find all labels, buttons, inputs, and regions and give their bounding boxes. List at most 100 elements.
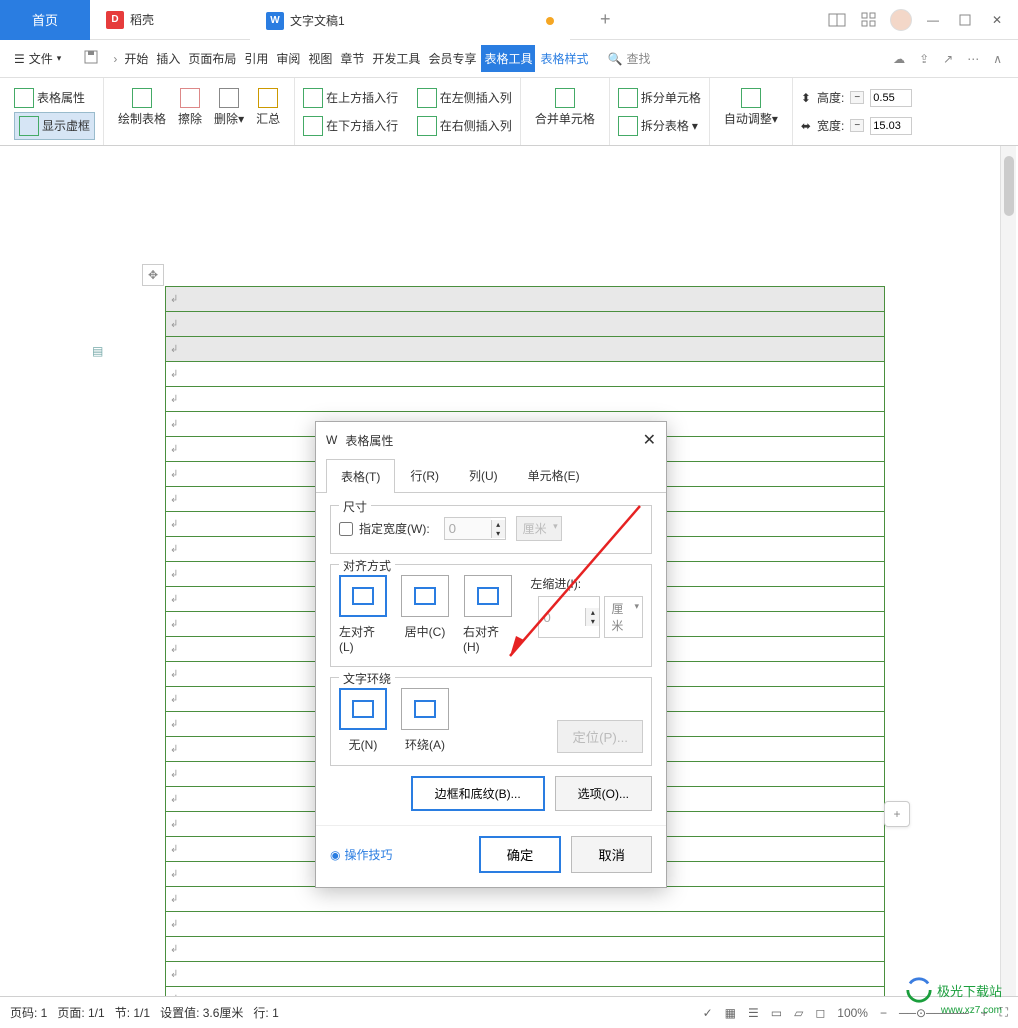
table-move-handle[interactable]: ✥ [142, 264, 164, 286]
width-dec[interactable]: − [850, 119, 864, 132]
tab-start[interactable]: 开始 [121, 45, 151, 72]
unsaved-dot-icon [546, 17, 554, 25]
autofit-button[interactable]: 自动调整▾ [718, 78, 784, 136]
indent-up[interactable]: ▴ [586, 608, 599, 617]
align-left-option[interactable]: 左对齐(L) [339, 575, 387, 654]
tab-reference[interactable]: 引用 [241, 45, 271, 72]
indent-unit-combo[interactable]: 厘米 [604, 596, 643, 638]
export-icon[interactable]: ↗ [943, 52, 953, 66]
height-dec[interactable]: − [850, 91, 864, 104]
vertical-scrollbar[interactable] [1000, 146, 1016, 1016]
align-center-option[interactable]: 居中(C) [401, 575, 449, 640]
insert-col-right[interactable]: 在右侧插入列 [417, 116, 512, 136]
tab-devtools[interactable]: 开发工具 [369, 45, 423, 72]
height-label: 高度: [817, 89, 844, 106]
docer-icon: D [106, 11, 124, 29]
show-gridlines-button[interactable]: 显示虚框 [14, 112, 95, 140]
draw-table-button[interactable]: 绘制表格 [112, 78, 172, 136]
collapse-icon[interactable]: ∧ [993, 52, 1002, 66]
focus-icon[interactable]: ◻ [815, 1006, 825, 1020]
minimize-button[interactable]: — [918, 5, 948, 35]
split-cell-icon [618, 88, 638, 108]
ribbon-tabs: 开始 插入 页面布局 引用 审阅 视图 章节 开发工具 会员专享 表格工具 表格… [121, 45, 591, 72]
dialog-title: 表格属性 [345, 432, 393, 449]
plus-icon: + [586, 9, 625, 30]
table-props-icon [14, 88, 34, 108]
status-pages: 页面: 1/1 [57, 1004, 104, 1021]
new-tab-button[interactable]: + [570, 0, 641, 40]
border-shading-button[interactable]: 边框和底纹(B)... [411, 776, 545, 811]
tab-pagelayout[interactable]: 页面布局 [185, 45, 239, 72]
col-right-icon [417, 116, 437, 136]
dlg-tab-row[interactable]: 行(R) [395, 458, 454, 492]
gridlines-icon [19, 116, 39, 136]
share-icon[interactable]: ⇪ [919, 52, 929, 66]
wrap-around-option[interactable]: 环绕(A) [401, 688, 449, 753]
summary-icon [258, 88, 278, 108]
close-button[interactable]: ✕ [982, 5, 1012, 35]
table-properties-button[interactable]: 表格属性 [14, 84, 95, 112]
summary-button[interactable]: 汇总 [250, 78, 286, 136]
options-button[interactable]: 选项(O)... [555, 776, 652, 811]
specify-width-checkbox[interactable] [339, 522, 353, 536]
eraser-button[interactable]: 擦除 [172, 78, 208, 136]
more-icon[interactable]: ⋯ [967, 52, 979, 66]
dlg-tab-cell[interactable]: 单元格(E) [513, 458, 595, 492]
insert-row-above[interactable]: 在上方插入行 [303, 88, 398, 108]
tab-member[interactable]: 会员专享 [425, 45, 479, 72]
side-panel-icon[interactable]: ▤ [92, 344, 103, 358]
autofit-icon [741, 88, 761, 108]
tab-tablestyle[interactable]: 表格样式 [537, 45, 591, 72]
split-table-button[interactable]: 拆分表格▾ [618, 112, 701, 140]
grid-apps-icon[interactable] [854, 5, 884, 35]
avatar[interactable] [886, 5, 916, 35]
layout1-icon[interactable] [822, 5, 852, 35]
ok-button[interactable]: 确定 [479, 836, 562, 873]
status-section: 节: 1/1 [115, 1004, 150, 1021]
cancel-button[interactable]: 取消 [571, 836, 652, 873]
add-row-button[interactable]: + [884, 801, 910, 827]
insert-row-below[interactable]: 在下方插入行 [303, 116, 398, 136]
zoom-level[interactable]: 100% [837, 1006, 868, 1020]
row-below-icon [303, 116, 323, 136]
tab-home[interactable]: 首页 [0, 0, 90, 40]
indent-input[interactable] [539, 607, 585, 628]
status-position: 设置值: 3.6厘米 [160, 1004, 243, 1021]
align-right-option[interactable]: 右对齐(H) [463, 575, 512, 654]
dlg-tab-table[interactable]: 表格(T) [326, 459, 395, 493]
width-up: ▴ [492, 520, 505, 529]
spellcheck-icon[interactable]: ✓ [703, 1006, 713, 1020]
dialog-close-button[interactable]: ✕ [643, 430, 656, 450]
zoom-out-button[interactable]: − [880, 1006, 887, 1020]
search-button[interactable]: 🔍 查找 [607, 50, 650, 67]
save-icon[interactable] [73, 49, 109, 68]
cloud-icon[interactable]: ☁ [893, 52, 905, 66]
width-input[interactable] [870, 117, 912, 135]
width-unit-combo: 厘米 [516, 516, 562, 541]
view-print-icon[interactable]: ▦ [725, 1006, 736, 1020]
tab-view[interactable]: 视图 [305, 45, 335, 72]
tab-review[interactable]: 审阅 [273, 45, 303, 72]
tab-chapter[interactable]: 章节 [337, 45, 367, 72]
tab-tabletools[interactable]: 表格工具 [481, 45, 535, 72]
view-web-icon[interactable]: ▭ [771, 1006, 782, 1020]
height-input[interactable] [870, 89, 912, 107]
maximize-button[interactable] [950, 5, 980, 35]
hamburger-icon[interactable]: ☰ 文件 ▾ [6, 50, 69, 67]
overflow-icon[interactable]: › [113, 52, 117, 66]
tab-docer[interactable]: D稻壳 [90, 0, 250, 40]
status-page: 页码: 1 [10, 1004, 47, 1021]
insert-col-left[interactable]: 在左侧插入列 [417, 88, 512, 108]
indent-down[interactable]: ▾ [586, 617, 599, 626]
wrap-none-option[interactable]: 无(N) [339, 688, 387, 753]
tab-document[interactable]: W文字文稿1 [250, 0, 570, 40]
tab-insert[interactable]: 插入 [153, 45, 183, 72]
read-mode-icon[interactable]: ▱ [794, 1006, 803, 1020]
align-legend: 对齐方式 [339, 557, 395, 574]
view-outline-icon[interactable]: ☰ [748, 1006, 759, 1020]
dlg-tab-col[interactable]: 列(U) [454, 458, 513, 492]
merge-cells-button[interactable]: 合并单元格 [529, 78, 601, 136]
tips-link[interactable]: ◉操作技巧 [330, 846, 393, 863]
split-cells-button[interactable]: 拆分单元格 [618, 84, 701, 112]
delete-button[interactable]: 删除▾ [208, 78, 250, 136]
